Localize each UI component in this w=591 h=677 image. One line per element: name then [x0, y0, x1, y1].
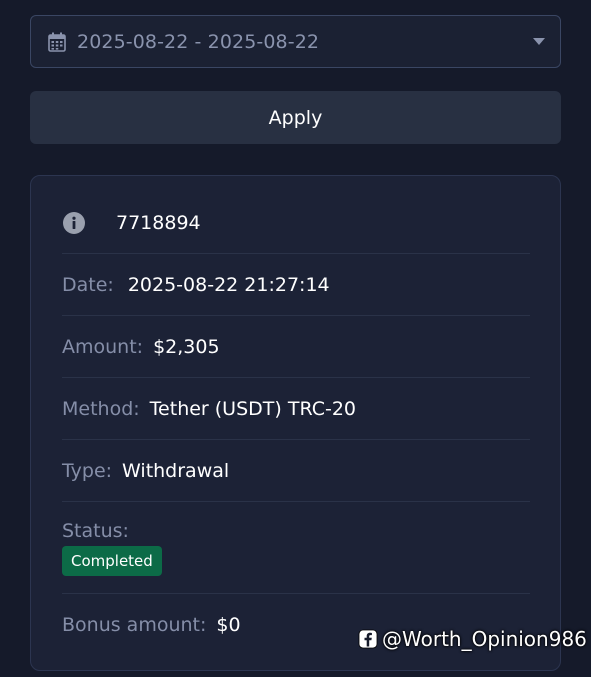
type-value: Withdrawal [122, 459, 230, 482]
date-range-select[interactable]: 2025-08-22 - 2025-08-22 [30, 15, 561, 68]
facebook-icon [358, 629, 378, 649]
date-label: Date: [62, 273, 114, 296]
date-value: 2025-08-22 21:27:14 [127, 273, 330, 296]
transaction-id-row: 7718894 [62, 192, 530, 254]
method-value: Tether (USDT) TRC-20 [149, 397, 356, 420]
type-row: Type: Withdrawal [62, 440, 530, 502]
status-label: Status: [62, 519, 129, 542]
info-icon[interactable] [62, 211, 86, 235]
calendar-icon [47, 31, 67, 53]
amount-label: Amount: [62, 335, 144, 358]
transaction-id: 7718894 [116, 211, 201, 234]
date-row: Date: 2025-08-22 21:27:14 [62, 254, 530, 316]
apply-button[interactable]: Apply [30, 91, 561, 144]
method-label: Method: [62, 397, 140, 420]
method-row: Method: Tether (USDT) TRC-20 [62, 378, 530, 440]
watermark-text: @Worth_Opinion986 [382, 627, 587, 651]
status-row: Status: Completed [62, 502, 530, 594]
amount-value: $2,305 [153, 335, 220, 358]
status-badge: Completed [62, 545, 162, 576]
transaction-card: 7718894 Date: 2025-08-22 21:27:14 Amount… [30, 175, 561, 671]
bonus-label: Bonus amount: [62, 614, 207, 636]
bonus-value: $0 [216, 614, 241, 636]
amount-row: Amount: $2,305 [62, 316, 530, 378]
transaction-history-page: 2025-08-22 - 2025-08-22 Apply 7718894 Da… [0, 0, 591, 677]
date-range-value: 2025-08-22 - 2025-08-22 [77, 30, 320, 53]
caret-down-icon[interactable] [532, 37, 546, 47]
type-label: Type: [62, 459, 113, 482]
watermark: @Worth_Opinion986 [358, 624, 587, 654]
